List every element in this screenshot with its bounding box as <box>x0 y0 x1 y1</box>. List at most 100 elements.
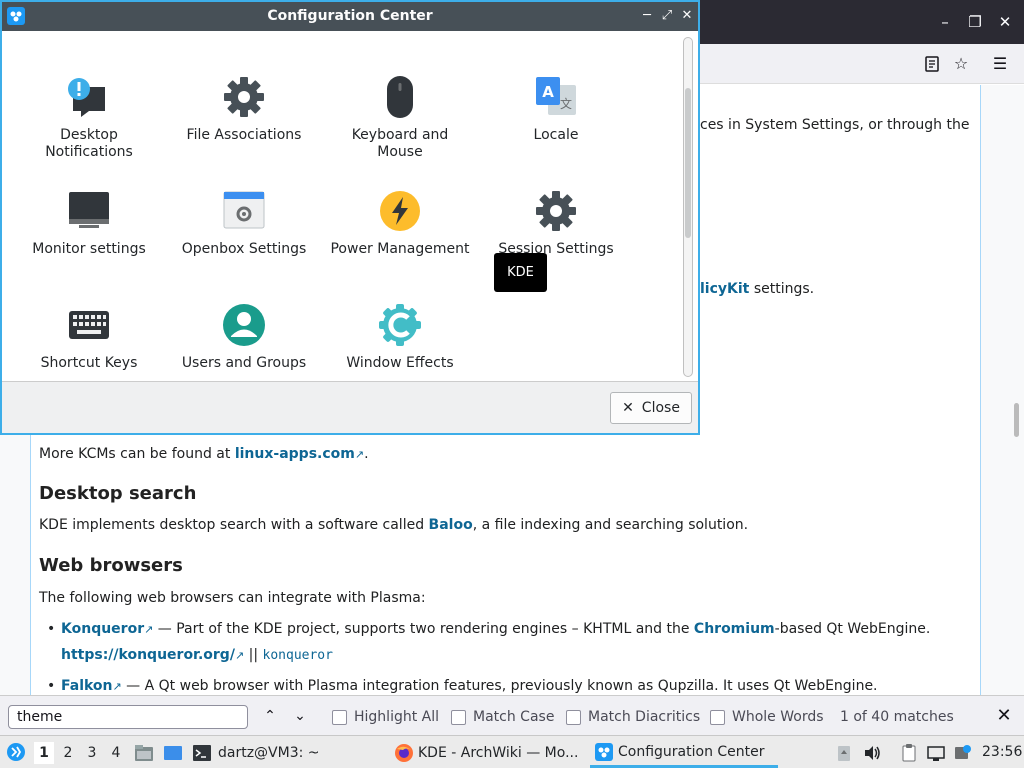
external-link-icon: ↗ <box>112 680 122 693</box>
desktop-1[interactable]: 1 <box>34 742 54 764</box>
match-case-label: Match Case <box>473 709 555 725</box>
file-manager-icon[interactable] <box>134 743 154 763</box>
item-label: Users and Groups <box>181 355 307 371</box>
close-icon[interactable]: ✕ <box>995 12 1015 32</box>
user-icon <box>222 303 266 347</box>
item-label: Monitor settings <box>32 241 146 257</box>
close-icon[interactable]: ✕ <box>678 7 696 25</box>
falkon-text: — A Qt web browser with Plasma integrati… <box>121 678 878 694</box>
window-settings-icon <box>222 189 266 233</box>
whole-words-label: Whole Words <box>732 709 824 725</box>
volume-icon[interactable] <box>862 743 882 763</box>
close-button[interactable]: ✕ Close <box>610 392 692 424</box>
clipboard-icon[interactable] <box>899 743 919 763</box>
item-label: Keyboard and Mouse <box>351 127 449 160</box>
match-diacritics-checkbox[interactable]: Match Diacritics <box>566 708 700 726</box>
updates-icon[interactable] <box>834 743 854 763</box>
konqueror-url-link[interactable]: https://konqueror.org/ <box>61 647 235 663</box>
dialog-scrollbar[interactable] <box>683 37 693 377</box>
maximize-icon[interactable]: ⤢ <box>658 7 676 25</box>
find-input[interactable] <box>8 705 248 729</box>
clock[interactable]: 23:56 <box>982 736 1022 768</box>
desktop-4[interactable]: 4 <box>106 742 126 764</box>
task-label: Configuration Center <box>618 743 765 760</box>
notifications-tray-icon[interactable] <box>953 743 973 763</box>
item-label: Shortcut Keys <box>40 355 138 371</box>
item-label: Power Management <box>330 241 470 257</box>
app-launcher-icon[interactable] <box>6 742 26 762</box>
match-diacritics-label: Match Diacritics <box>588 709 701 725</box>
whole-words-checkbox[interactable]: Whole Words <box>710 708 824 726</box>
minimize-icon[interactable]: – <box>935 12 955 32</box>
desktop-2[interactable]: 2 <box>58 742 78 764</box>
konqueror-text-1: — Part of the KDE project, supports two … <box>153 621 694 637</box>
network-icon[interactable] <box>926 743 946 763</box>
item-label: Window Effects <box>346 355 454 371</box>
notification-bubble-icon <box>67 75 111 119</box>
gear-icon <box>534 189 578 233</box>
web-browsers-intro: The following web browsers can integrate… <box>39 590 426 606</box>
checkbox-box[interactable] <box>332 709 347 725</box>
checkbox-box[interactable] <box>566 709 581 725</box>
task-configuration-center[interactable]: Configuration Center <box>590 738 778 768</box>
close-button-label: Close <box>641 400 680 416</box>
konqueror-text-2: -based Qt WebEngine. <box>774 621 931 637</box>
close-x-icon: ✕ <box>622 400 634 416</box>
checkbox-box[interactable] <box>451 709 466 725</box>
item-label: Desktop Notifications <box>45 127 133 160</box>
external-link-icon: ↗ <box>354 448 365 461</box>
find-bar: ⌃ ⌄ Highlight All Match Case Match Diacr… <box>0 695 1024 735</box>
match-case-checkbox[interactable]: Match Case <box>451 708 554 726</box>
show-desktop-icon[interactable] <box>163 743 183 763</box>
task-label: KDE - ArchWiki — Mo... <box>418 745 579 761</box>
baloo-link[interactable]: Baloo <box>429 517 473 533</box>
external-link-icon: ↗ <box>234 649 245 662</box>
task-label: dartz@VM3: ~ <box>218 745 320 761</box>
desktop-3[interactable]: 3 <box>82 742 102 764</box>
chromium-link[interactable]: Chromium <box>694 621 775 637</box>
policykit-suffix: settings. <box>749 281 815 297</box>
firefox-icon <box>394 743 414 763</box>
dialog-titlebar[interactable]: Configuration Center ─ ⤢ ✕ <box>2 2 698 31</box>
gear-icon <box>222 75 266 119</box>
konqueror-link[interactable]: Konqueror <box>61 621 144 637</box>
find-previous-icon[interactable]: ⌃ <box>260 706 280 726</box>
svg-text:A: A <box>542 83 554 101</box>
baloo-text-1: KDE implements desktop search with a sof… <box>39 517 429 533</box>
task-firefox[interactable]: KDE - ArchWiki — Mo... <box>394 738 582 768</box>
konqueror-package-link[interactable]: konqueror <box>263 648 333 663</box>
item-label: Locale <box>533 127 579 143</box>
reader-view-icon[interactable] <box>922 54 942 74</box>
translate-icon: A文 <box>534 75 578 119</box>
bookmark-star-icon[interactable]: ☆ <box>951 54 971 74</box>
settings-grid: Desktop Notifications File Associations … <box>2 31 698 382</box>
bullet: • <box>47 621 56 637</box>
highlight-all-checkbox[interactable]: Highlight All <box>332 708 439 726</box>
mouse-icon <box>378 75 422 119</box>
configuration-center-dialog: Configuration Center ─ ⤢ ✕ Desktop Notif… <box>0 0 700 435</box>
find-next-icon[interactable]: ⌄ <box>290 706 310 726</box>
checkbox-box[interactable] <box>710 709 725 725</box>
falkon-link[interactable]: Falkon <box>61 678 113 694</box>
svg-text:文: 文 <box>560 96 572 111</box>
policykit-line: licyKit settings. <box>700 277 814 301</box>
match-count: 1 of 40 matches <box>840 709 954 725</box>
browser-list: • Konqueror ↗ — Part of the KDE project, … <box>47 617 967 699</box>
page-scrollbar-thumb[interactable] <box>1014 403 1019 437</box>
minimize-icon[interactable]: ─ <box>638 7 656 25</box>
compiz-icon <box>378 303 422 347</box>
dialog-scrollbar-thumb[interactable] <box>685 88 691 238</box>
separator: || <box>244 647 263 663</box>
restore-icon[interactable]: ❐ <box>965 12 985 32</box>
linux-apps-link[interactable]: linux-apps.com <box>235 446 355 462</box>
policykit-link[interactable]: licyKit <box>700 281 749 297</box>
taskbar: 1 2 3 4 dartz@VM3: ~ KDE - ArchWiki — Mo… <box>0 735 1024 768</box>
baloo-line: KDE implements desktop search with a sof… <box>39 513 748 537</box>
partial-text-line: ces in System Settings, or through the <box>700 117 970 133</box>
terminal-icon <box>192 743 212 763</box>
list-item: • Konqueror ↗ — Part of the KDE project, … <box>47 617 967 668</box>
close-findbar-icon[interactable]: ✕ <box>993 705 1015 727</box>
task-terminal[interactable]: dartz@VM3: ~ <box>192 738 382 768</box>
dialog-title: Configuration Center <box>267 8 433 24</box>
hamburger-menu-icon[interactable]: ☰ <box>990 54 1010 74</box>
